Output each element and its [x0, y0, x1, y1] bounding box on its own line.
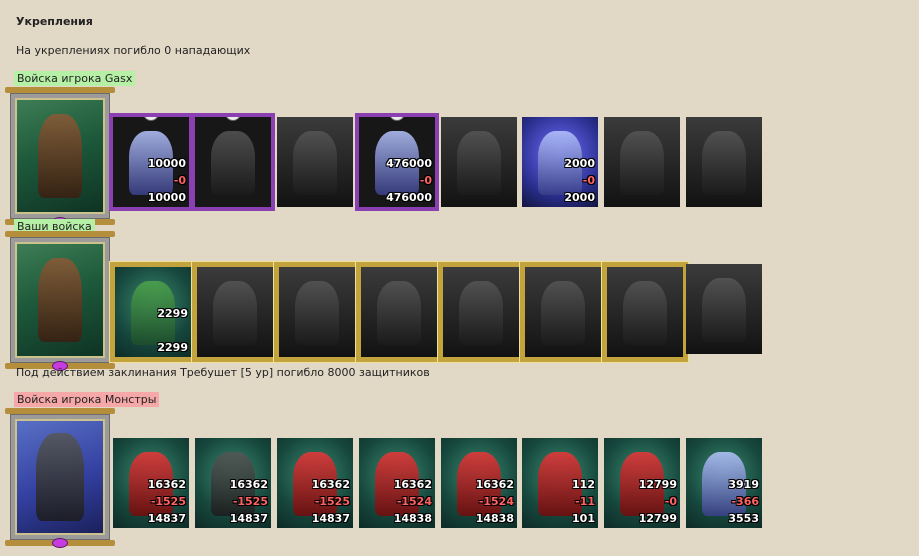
unit-count: 16362 — [147, 478, 186, 491]
unit-losses: -1525 — [150, 495, 186, 508]
unit-icon — [213, 281, 257, 345]
monster-unit-8[interactable]: 3919 -366 3553 — [686, 438, 762, 528]
your-unit-3[interactable] — [274, 262, 360, 362]
unit-losses: -0 — [582, 174, 595, 187]
skull-icon: ☠ — [225, 117, 241, 121]
your-unit-2[interactable] — [192, 262, 278, 362]
hero-frame-top — [5, 408, 115, 414]
unit-losses: -1524 — [396, 495, 432, 508]
attacker-unit-5[interactable] — [441, 117, 517, 207]
unit-losses: -1525 — [232, 495, 268, 508]
hero-figure-icon — [38, 114, 82, 198]
hero-frame-top — [5, 87, 115, 93]
unit-remaining: 12799 — [638, 512, 677, 525]
unit-icon — [293, 131, 337, 195]
unit-remaining: 14837 — [311, 512, 350, 525]
unit-remaining: 3553 — [728, 512, 759, 525]
fortifications-summary: На укреплениях погибло 0 нападающих — [16, 44, 251, 57]
unit-losses: -1524 — [478, 495, 514, 508]
unit-losses: -1525 — [314, 495, 350, 508]
attacker-unit-8[interactable] — [686, 117, 762, 207]
monster-unit-5[interactable]: 16362 -1524 14838 — [441, 438, 517, 528]
unit-count: 2299 — [157, 307, 188, 320]
unit-count: 16362 — [475, 478, 514, 491]
attacker-unit-1[interactable]: ☠ 10000 -0 10000 — [109, 113, 193, 211]
unit-remaining: 476000 — [386, 191, 432, 204]
attacker-unit-7[interactable] — [604, 117, 680, 207]
attacker-hero-portrait[interactable] — [5, 87, 115, 227]
your-unit-8[interactable] — [686, 264, 762, 354]
unit-icon — [702, 278, 746, 342]
unit-remaining: 14838 — [475, 512, 514, 525]
your-unit-1[interactable]: 2299 2299 — [110, 262, 196, 362]
unit-remaining: 101 — [572, 512, 595, 525]
unit-icon — [459, 281, 503, 345]
monster-unit-2[interactable]: 16362 -1525 14837 — [195, 438, 271, 528]
page-title: Укрепления — [16, 15, 93, 28]
unit-icon — [702, 131, 746, 195]
unit-remaining: 2299 — [157, 341, 188, 354]
unit-count: 476000 — [386, 157, 432, 170]
your-unit-5[interactable] — [438, 262, 524, 362]
unit-losses: -0 — [173, 174, 186, 187]
skull-icon: ☠ — [143, 117, 159, 121]
your-hero-portrait[interactable] — [5, 231, 115, 371]
unit-count: 16362 — [393, 478, 432, 491]
monster-unit-7[interactable]: 12799 -0 12799 — [604, 438, 680, 528]
unit-icon — [457, 131, 501, 195]
unit-remaining: 14837 — [229, 512, 268, 525]
unit-losses: -0 — [664, 495, 677, 508]
attacker-group-label: Войска игрока Gasx — [14, 71, 136, 86]
unit-icon — [295, 281, 339, 345]
hero-frame-top — [5, 231, 115, 237]
monster-unit-3[interactable]: 16362 -1525 14837 — [277, 438, 353, 528]
spell-casualties-line: Под действием заклинания Требушет [5 ур]… — [16, 366, 430, 379]
unit-count: 16362 — [311, 478, 350, 491]
unit-remaining: 14838 — [393, 512, 432, 525]
unit-icon — [623, 281, 667, 345]
unit-icon — [541, 281, 585, 345]
unit-losses: -11 — [575, 495, 595, 508]
unit-icon — [211, 131, 255, 195]
unit-icon — [620, 131, 664, 195]
monster-group-label: Войска игрока Монстры — [14, 392, 160, 407]
monster-hero-portrait[interactable] — [5, 408, 115, 548]
attacker-unit-4[interactable]: ☠ 476000 -0 476000 — [355, 113, 439, 211]
unit-count: 3919 — [728, 478, 759, 491]
unit-remaining: 2000 — [564, 191, 595, 204]
hero-figure-icon — [36, 433, 84, 521]
monster-unit-6[interactable]: 112 -11 101 — [522, 438, 598, 528]
your-unit-7[interactable] — [602, 262, 688, 362]
unit-count: 10000 — [147, 157, 186, 170]
monster-unit-1[interactable]: 16362 -1525 14837 — [113, 438, 189, 528]
your-unit-4[interactable] — [356, 262, 442, 362]
hero-gem-icon — [52, 538, 68, 548]
monster-unit-4[interactable]: 16362 -1524 14838 — [359, 438, 435, 528]
unit-count: 2000 — [564, 157, 595, 170]
skull-icon: ☠ — [389, 117, 405, 121]
attacker-unit-2[interactable]: ☠ — [191, 113, 275, 211]
attacker-unit-6[interactable]: 2000 -0 2000 — [522, 117, 598, 207]
unit-remaining: 14837 — [147, 512, 186, 525]
unit-count: 16362 — [229, 478, 268, 491]
attacker-unit-3[interactable] — [277, 117, 353, 207]
unit-remaining: 10000 — [147, 191, 186, 204]
your-unit-6[interactable] — [520, 262, 606, 362]
unit-icon — [377, 281, 421, 345]
unit-losses: -0 — [419, 174, 432, 187]
unit-losses: -366 — [731, 495, 759, 508]
hero-figure-icon — [38, 258, 82, 342]
unit-count: 112 — [572, 478, 595, 491]
unit-count: 12799 — [638, 478, 677, 491]
